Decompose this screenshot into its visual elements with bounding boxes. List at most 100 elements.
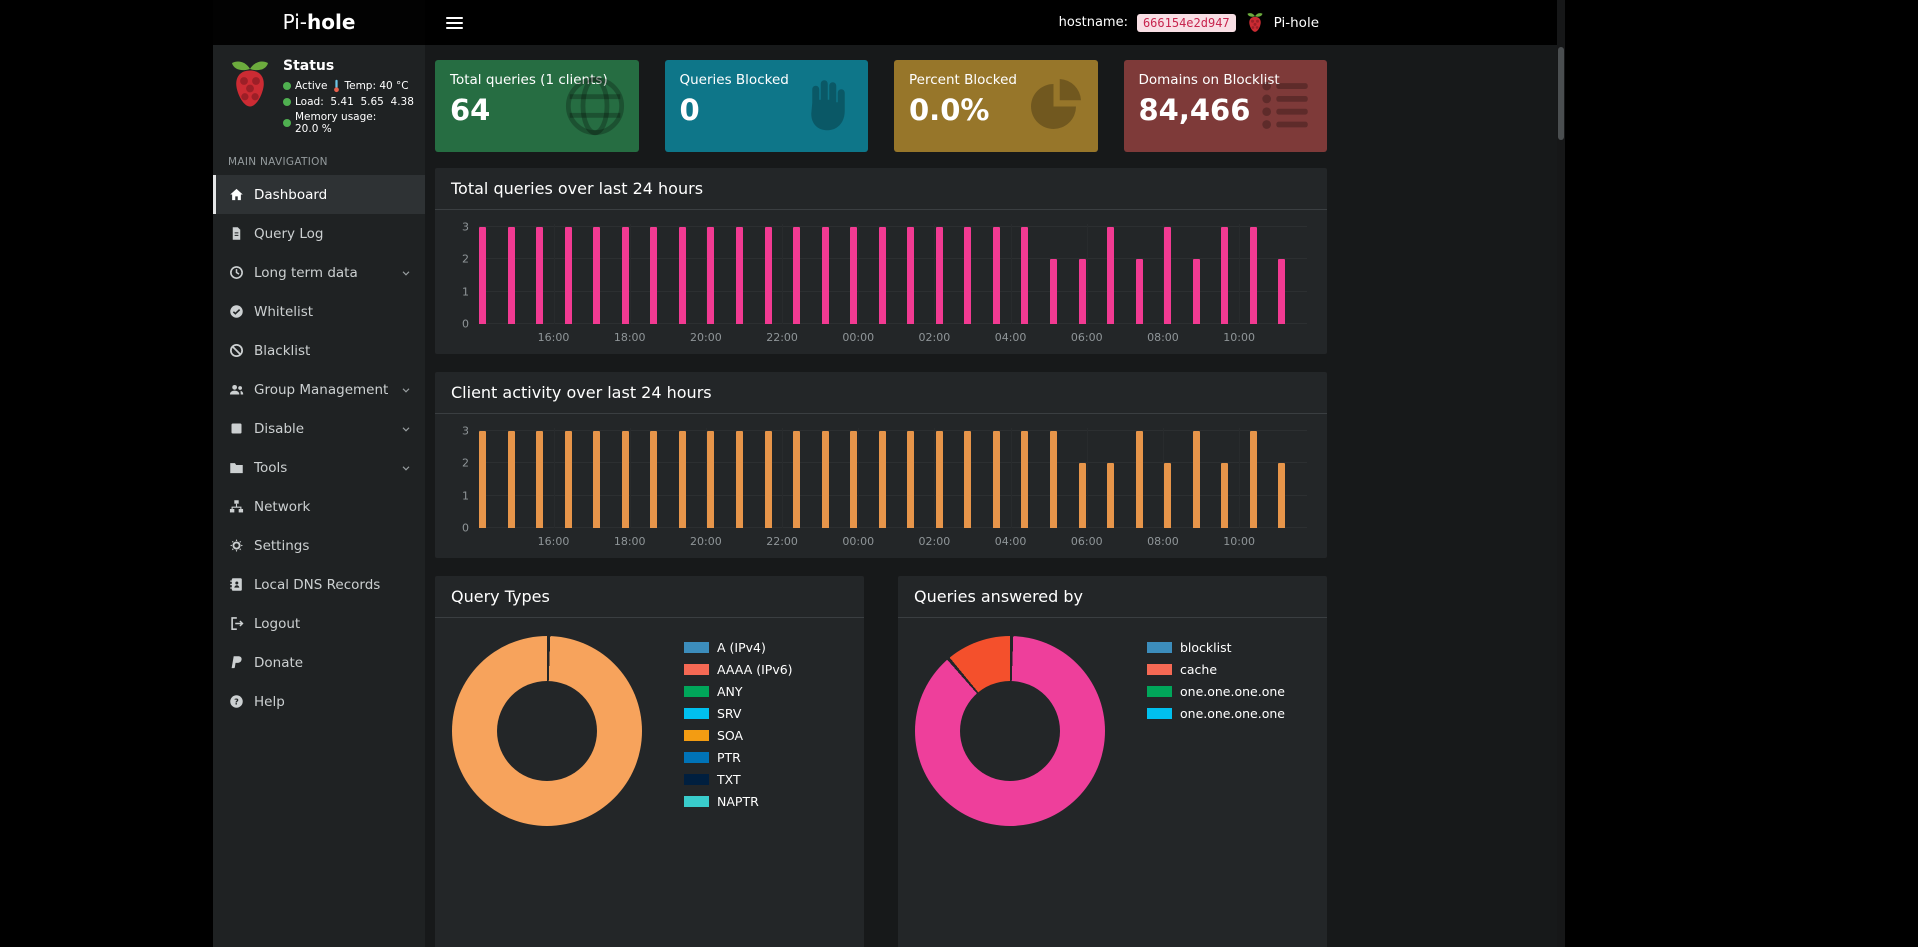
query-bar[interactable]	[907, 431, 914, 528]
query-bar[interactable]	[736, 227, 743, 324]
query-bar[interactable]	[622, 227, 629, 324]
legend-item[interactable]: AAAA (IPv6)	[684, 662, 793, 677]
query-bar[interactable]	[936, 431, 943, 528]
legend-item[interactable]: one.one.one.one	[1147, 706, 1285, 721]
sidebar-item-disable[interactable]: Disable	[213, 409, 425, 448]
pihole-admin-window: Pi-hole hostname: 666154e2d947 Pi-hole	[213, 0, 1565, 947]
legend-item[interactable]: one.one.one.one	[1147, 684, 1285, 699]
sidebar-item-whitelist[interactable]: Whitelist	[213, 292, 425, 331]
brand-logo[interactable]: Pi-hole	[213, 0, 425, 45]
query-bar[interactable]	[593, 431, 600, 528]
query-bar[interactable]	[993, 431, 1000, 528]
sidebar-item-local-dns-records[interactable]: Local DNS Records	[213, 565, 425, 604]
query-bar[interactable]	[1021, 431, 1028, 528]
legend-item[interactable]: cache	[1147, 662, 1285, 677]
query-bar[interactable]	[1079, 463, 1086, 528]
legend-item[interactable]: PTR	[684, 750, 793, 765]
query-bar[interactable]	[1136, 431, 1143, 528]
query-bar[interactable]	[1050, 431, 1057, 528]
query-bar[interactable]	[1250, 227, 1257, 324]
query-bar[interactable]	[1050, 259, 1057, 324]
query-bar[interactable]	[707, 431, 714, 528]
query-bar[interactable]	[793, 227, 800, 324]
query-bar[interactable]	[707, 227, 714, 324]
legend-item[interactable]: TXT	[684, 772, 793, 787]
sidebar-item-network[interactable]: Network	[213, 487, 425, 526]
query-bar[interactable]	[593, 227, 600, 324]
query-bar[interactable]	[479, 227, 486, 324]
legend-label: blocklist	[1180, 640, 1232, 655]
sidebar-item-blacklist[interactable]: Blacklist	[213, 331, 425, 370]
queries-answered-by-chart[interactable]: blocklist cache one.one.one.one one.one.one…	[898, 618, 1327, 838]
page-scrollbar[interactable]	[1557, 0, 1565, 947]
query-bar[interactable]	[1021, 227, 1028, 324]
query-bar[interactable]	[479, 431, 486, 528]
query-bar[interactable]	[1164, 227, 1171, 324]
query-bar[interactable]	[650, 431, 657, 528]
query-bar[interactable]	[765, 431, 772, 528]
legend-item[interactable]: NAPTR	[684, 794, 793, 809]
query-bar[interactable]	[565, 227, 572, 324]
sidebar-item-settings[interactable]: Settings	[213, 526, 425, 565]
query-types-chart[interactable]: A (IPv4) AAAA (IPv6) ANY SRV SOA PTR TXT NAPTR	[435, 618, 864, 838]
query-bar[interactable]	[536, 227, 543, 324]
query-bar[interactable]	[1278, 259, 1285, 324]
sidebar-item-query-log[interactable]: Query Log	[213, 214, 425, 253]
query-bar[interactable]	[679, 431, 686, 528]
sidebar-item-dashboard[interactable]: Dashboard	[213, 175, 425, 214]
query-bar[interactable]	[736, 431, 743, 528]
query-bar[interactable]	[879, 227, 886, 324]
query-bar[interactable]	[536, 431, 543, 528]
query-bar[interactable]	[1107, 463, 1114, 528]
legend-item[interactable]: SRV	[684, 706, 793, 721]
query-bar[interactable]	[1136, 259, 1143, 324]
query-bar[interactable]	[907, 227, 914, 324]
query-bar[interactable]	[508, 227, 515, 324]
query-bar[interactable]	[850, 227, 857, 324]
query-bar[interactable]	[622, 431, 629, 528]
query-bar[interactable]	[1221, 227, 1228, 324]
query-bar[interactable]	[793, 431, 800, 528]
query-bar[interactable]	[993, 227, 1000, 324]
client-activity-chart[interactable]: 012316:0018:0020:0022:0000:0002:0004:000…	[435, 414, 1327, 558]
doughnut-chart[interactable]	[452, 636, 642, 826]
legend-item[interactable]: A (IPv4)	[684, 640, 793, 655]
legend-item[interactable]: blocklist	[1147, 640, 1285, 655]
total-queries-chart[interactable]: 012316:0018:0020:0022:0000:0002:0004:000…	[435, 210, 1327, 354]
query-bar[interactable]	[765, 227, 772, 324]
query-bar[interactable]	[508, 431, 515, 528]
query-bar[interactable]	[1079, 259, 1086, 324]
query-bar[interactable]	[1107, 227, 1114, 324]
query-bar[interactable]	[565, 431, 572, 528]
scrollbar-thumb[interactable]	[1558, 47, 1564, 140]
panel-title: Queries answered by	[898, 576, 1327, 618]
sidebar-item-group-management[interactable]: Group Management	[213, 370, 425, 409]
sidebar-item-donate[interactable]: Donate	[213, 643, 425, 682]
query-bar[interactable]	[1164, 463, 1171, 528]
sidebar-item-help[interactable]: ?Help	[213, 682, 425, 721]
sidebar-toggle-button[interactable]	[440, 0, 469, 45]
doughnut-chart[interactable]	[915, 636, 1105, 826]
query-bar[interactable]	[879, 431, 886, 528]
chevron-down-icon	[400, 267, 412, 279]
sidebar-item-logout[interactable]: Logout	[213, 604, 425, 643]
legend-item[interactable]: ANY	[684, 684, 793, 699]
query-bar[interactable]	[1221, 463, 1228, 528]
query-bar[interactable]	[1278, 463, 1285, 528]
query-bar[interactable]	[822, 227, 829, 324]
file-icon	[229, 226, 244, 241]
query-bar[interactable]	[822, 431, 829, 528]
query-bar[interactable]	[1250, 431, 1257, 528]
query-bar[interactable]	[964, 431, 971, 528]
query-bar[interactable]	[1193, 431, 1200, 528]
query-bar[interactable]	[850, 431, 857, 528]
sidebar-item-tools[interactable]: Tools	[213, 448, 425, 487]
query-bar[interactable]	[650, 227, 657, 324]
home-icon	[229, 187, 244, 202]
query-bar[interactable]	[1193, 259, 1200, 324]
legend-item[interactable]: SOA	[684, 728, 793, 743]
query-bar[interactable]	[936, 227, 943, 324]
query-bar[interactable]	[679, 227, 686, 324]
query-bar[interactable]	[964, 227, 971, 324]
sidebar-item-long-term-data[interactable]: Long term data	[213, 253, 425, 292]
